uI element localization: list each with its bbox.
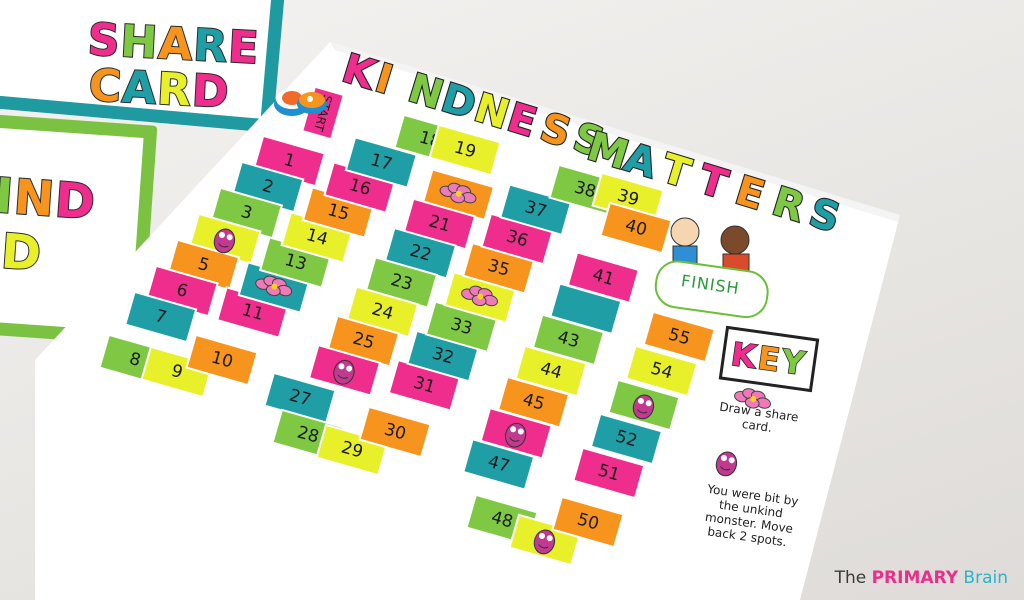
letter: E <box>226 21 262 76</box>
kind-card-title-line1: IND <box>0 167 99 232</box>
kind-card-face: IND D <box>0 116 152 340</box>
brand-highlight: PRIMARY <box>871 568 959 588</box>
brand-prefix: The <box>834 568 867 588</box>
letter: N <box>11 168 58 229</box>
kind-card-title-line2: D <box>0 222 45 283</box>
letter: R <box>155 63 195 118</box>
letter: D <box>0 222 45 283</box>
letter: A <box>120 61 160 116</box>
kind-card-deck[interactable]: IND D <box>0 110 158 346</box>
brand-watermark: The PRIMARY Brain <box>835 568 1008 588</box>
share-card-title-line2: CARD <box>87 59 232 119</box>
letter: S <box>86 13 123 68</box>
letter: C <box>87 59 125 114</box>
letter: D <box>52 171 99 232</box>
letter: Y <box>778 341 810 384</box>
letter: D <box>190 64 232 119</box>
key-heading: KEY <box>722 329 816 389</box>
brand-suffix: Brain <box>963 568 1008 588</box>
game-token-icon[interactable] <box>272 84 328 118</box>
